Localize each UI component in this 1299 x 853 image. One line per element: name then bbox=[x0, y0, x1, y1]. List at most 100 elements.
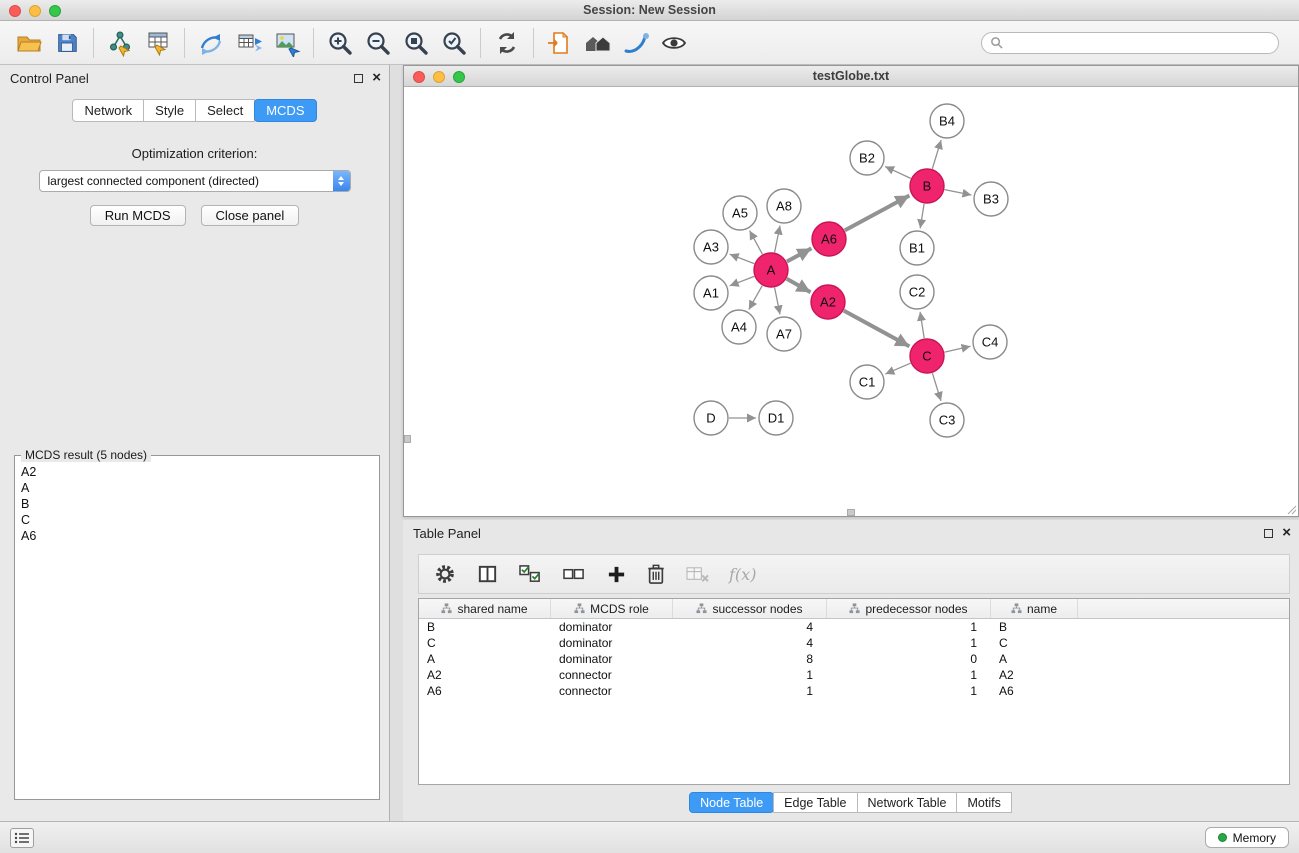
graph-node-B[interactable]: B bbox=[910, 169, 944, 203]
graph-edge-C-C1[interactable] bbox=[885, 363, 910, 374]
tab-network[interactable]: Network bbox=[72, 99, 144, 122]
graph-node-A6[interactable]: A6 bbox=[812, 222, 846, 256]
graph-node-C3[interactable]: C3 bbox=[930, 403, 964, 437]
maximize-network-window-button[interactable] bbox=[453, 71, 465, 83]
graph-edge-C-C3[interactable] bbox=[932, 373, 941, 401]
graph-node-A1[interactable]: A1 bbox=[694, 276, 728, 310]
graph-edge-A-A3[interactable] bbox=[730, 254, 755, 263]
graph-node-B4[interactable]: B4 bbox=[930, 104, 964, 138]
style-brush-icon[interactable] bbox=[617, 26, 655, 60]
refresh-layout-icon[interactable] bbox=[488, 26, 526, 60]
result-item[interactable]: A bbox=[21, 480, 373, 496]
tab-motifs[interactable]: Motifs bbox=[956, 792, 1011, 813]
tab-network-table[interactable]: Network Table bbox=[857, 792, 958, 813]
graph-node-A2[interactable]: A2 bbox=[811, 285, 845, 319]
graph-node-D1[interactable]: D1 bbox=[759, 401, 793, 435]
float-panel-icon[interactable] bbox=[354, 74, 363, 83]
task-history-icon[interactable] bbox=[10, 828, 34, 848]
show-hide-eye-icon[interactable] bbox=[655, 26, 693, 60]
minimize-window-button[interactable] bbox=[29, 5, 41, 17]
result-item[interactable]: C bbox=[21, 512, 373, 528]
graph-edge-B-B1[interactable] bbox=[920, 204, 924, 229]
graph-node-C[interactable]: C bbox=[910, 339, 944, 373]
close-network-window-button[interactable] bbox=[413, 71, 425, 83]
column-header-mcds-role[interactable]: MCDS role bbox=[551, 599, 673, 618]
tab-style[interactable]: Style bbox=[143, 99, 196, 122]
graph-node-A3[interactable]: A3 bbox=[694, 230, 728, 264]
result-item[interactable]: B bbox=[21, 496, 373, 512]
graph-node-C1[interactable]: C1 bbox=[850, 365, 884, 399]
graph-node-D[interactable]: D bbox=[694, 401, 728, 435]
search-input[interactable] bbox=[1008, 36, 1270, 50]
memory-button[interactable]: Memory bbox=[1205, 827, 1289, 848]
graph-edge-A6-B[interactable] bbox=[845, 196, 910, 231]
column-header-successor-nodes[interactable]: successor nodes bbox=[673, 599, 827, 618]
columns-icon[interactable] bbox=[476, 563, 499, 586]
close-window-button[interactable] bbox=[9, 5, 21, 17]
new-network-icon[interactable] bbox=[192, 26, 230, 60]
zoom-in-icon[interactable] bbox=[321, 26, 359, 60]
zoom-fit-icon[interactable] bbox=[397, 26, 435, 60]
zoom-out-icon[interactable] bbox=[359, 26, 397, 60]
table-row[interactable]: A6connector11A6 bbox=[419, 683, 1289, 699]
column-header-shared-name[interactable]: shared name bbox=[419, 599, 551, 618]
close-panel-button[interactable]: Close panel bbox=[201, 205, 300, 226]
graph-node-A7[interactable]: A7 bbox=[767, 317, 801, 351]
column-header-name[interactable]: name bbox=[991, 599, 1078, 618]
graph-node-C4[interactable]: C4 bbox=[973, 325, 1007, 359]
graph-node-A5[interactable]: A5 bbox=[723, 196, 757, 230]
graph-edge-C-C4[interactable] bbox=[945, 346, 971, 352]
graph-edge-A-A6[interactable] bbox=[787, 248, 812, 261]
import-network-file-icon[interactable] bbox=[101, 26, 139, 60]
gear-icon[interactable] bbox=[433, 562, 457, 586]
table-row[interactable]: A2connector11A2 bbox=[419, 667, 1289, 683]
tab-edge-table[interactable]: Edge Table bbox=[773, 792, 857, 813]
result-item[interactable]: A6 bbox=[21, 528, 373, 544]
graph-node-A8[interactable]: A8 bbox=[767, 189, 801, 223]
graph-node-B3[interactable]: B3 bbox=[974, 182, 1008, 216]
close-table-panel-icon[interactable]: × bbox=[1282, 527, 1291, 539]
result-item[interactable]: A2 bbox=[21, 464, 373, 480]
graph-node-B1[interactable]: B1 bbox=[900, 231, 934, 265]
graph-edge-C-C2[interactable] bbox=[920, 312, 924, 338]
minimize-network-window-button[interactable] bbox=[433, 71, 445, 83]
graph-edge-B-B4[interactable] bbox=[932, 140, 941, 169]
graph-edge-B-B2[interactable] bbox=[885, 167, 911, 179]
resize-grip[interactable] bbox=[1285, 503, 1297, 515]
select-all-icon[interactable] bbox=[518, 564, 543, 585]
search-field[interactable] bbox=[981, 32, 1279, 54]
graph-edge-A-A1[interactable] bbox=[730, 276, 755, 285]
export-table-icon[interactable] bbox=[230, 26, 268, 60]
deselect-all-icon[interactable] bbox=[562, 564, 587, 585]
zoom-selected-icon[interactable] bbox=[435, 26, 473, 60]
optimization-criterion-select[interactable]: largest connected component (directed) bbox=[39, 170, 351, 192]
home-icon[interactable] bbox=[579, 26, 617, 60]
open-session-icon[interactable] bbox=[10, 26, 48, 60]
graph-node-A[interactable]: A bbox=[754, 253, 788, 287]
graph-edge-A-A2[interactable] bbox=[787, 279, 811, 292]
graph-edge-A-A7[interactable] bbox=[775, 288, 780, 315]
vertical-splitter-handle[interactable] bbox=[404, 435, 411, 443]
graph-edge-A-A5[interactable] bbox=[750, 231, 763, 255]
graph-edge-A-A4[interactable] bbox=[749, 286, 762, 310]
graph-node-B2[interactable]: B2 bbox=[850, 141, 884, 175]
float-table-panel-icon[interactable] bbox=[1264, 529, 1273, 538]
horizontal-splitter-handle[interactable] bbox=[847, 509, 855, 516]
graph-edge-B-B3[interactable] bbox=[945, 190, 972, 195]
delete-column-icon[interactable] bbox=[646, 563, 666, 585]
network-canvas[interactable]: B4 B2 B B3 A5 A8 A6 A3 B1 A C2 A1 A2 A4 A7 C4 C C1 D D1 C3 bbox=[404, 87, 1298, 516]
column-header-predecessor-nodes[interactable]: predecessor nodes bbox=[827, 599, 991, 618]
add-column-icon[interactable] bbox=[606, 564, 627, 585]
graph-node-C2[interactable]: C2 bbox=[900, 275, 934, 309]
import-table-file-icon[interactable] bbox=[139, 26, 177, 60]
close-panel-icon[interactable]: × bbox=[372, 72, 381, 84]
save-session-icon[interactable] bbox=[48, 26, 86, 60]
export-image-icon[interactable] bbox=[268, 26, 306, 60]
table-row[interactable]: Cdominator41C bbox=[419, 635, 1289, 651]
maximize-window-button[interactable] bbox=[49, 5, 61, 17]
table-row[interactable]: Bdominator41B bbox=[419, 619, 1289, 635]
graph-edge-A-A8[interactable] bbox=[775, 226, 780, 253]
tab-mcds[interactable]: MCDS bbox=[254, 99, 316, 122]
graph-node-A4[interactable]: A4 bbox=[722, 310, 756, 344]
table-row[interactable]: Adominator80A bbox=[419, 651, 1289, 667]
